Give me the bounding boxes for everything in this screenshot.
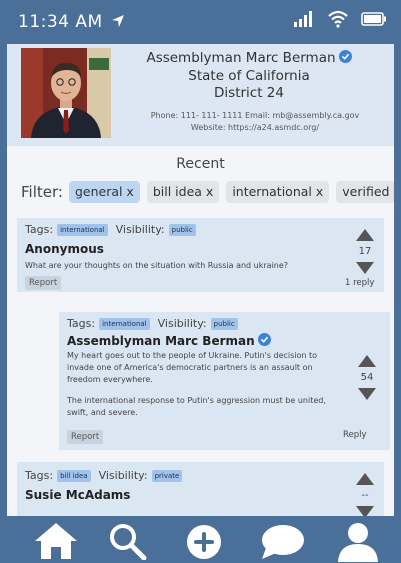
representative-district: District 24 [214,85,284,101]
verified-icon [257,333,271,346]
visibility-chip: public [168,223,196,236]
post-author-text: Assemblyman Marc Berman [67,334,255,348]
verified-icon [338,50,352,63]
reply-card[interactable]: Tags: international Visibility: public A… [59,312,390,450]
report-button[interactable]: Report [67,430,104,444]
tags-label: Tags: [67,317,96,330]
post-body-paragraph-1: My heart goes out to the people of Ukrai… [67,351,318,384]
representative-profile: Assemblyman Marc Berman State of Califor… [7,44,394,146]
bottom-nav [0,516,401,563]
vote-count: -- [361,490,369,501]
tag-chip[interactable]: international [57,223,108,236]
status-time: 11:34 AM [18,12,125,32]
website-line[interactable]: Website: https://a24.asmdc.org/ [119,122,391,134]
vote-count: 17 [358,246,372,257]
upvote-icon[interactable] [358,355,376,367]
downvote-icon[interactable] [356,506,374,516]
phone-email-line[interactable]: Phone: 111- 111- 1111 Email: mb@assembly… [119,110,391,122]
visibility-label: Visibility: [115,223,165,236]
upvote-icon[interactable] [356,229,374,241]
post-card[interactable]: Tags: international Visibility: public A… [17,218,384,292]
post-author[interactable]: Anonymous [25,242,104,256]
upvote-icon[interactable] [356,473,374,485]
signal-icon [294,11,312,27]
downvote-icon[interactable] [356,262,374,274]
status-bar: 11:34 AM [0,0,401,44]
filter-chip-bill-idea[interactable]: bill idea x [146,181,220,203]
vote-control: -- [353,470,377,516]
representative-state: State of California [188,68,310,84]
representative-name: Assemblyman Marc Berman [123,50,375,66]
vote-control: 54 [355,352,379,404]
vote-control: 17 [353,226,377,278]
tags-label: Tags: [25,223,54,236]
profile-icon[interactable] [336,522,380,563]
representative-photo [21,48,111,138]
post-card[interactable]: Tags: bill idea Visibility: private Susi… [17,462,384,516]
visibility-label: Visibility: [98,469,148,482]
post-author[interactable]: Assemblyman Marc Berman [67,333,271,348]
home-icon[interactable] [34,522,78,563]
tags-label: Tags: [25,469,54,482]
app-screen: Assemblyman Marc Berman State of Califor… [7,44,394,516]
filter-chip-general[interactable]: general x [68,181,140,203]
status-time-text: 11:34 AM [18,12,103,32]
post-meta: Tags: international Visibility: public [67,317,238,330]
tag-chip[interactable]: international [99,317,150,330]
downvote-icon[interactable] [358,388,376,400]
contact-info: Phone: 111- 111- 1111 Email: mb@assembly… [119,110,391,134]
status-icons [293,10,387,28]
visibility-chip: private [151,469,183,482]
post-meta: Tags: bill idea Visibility: private [25,469,183,482]
search-icon[interactable] [106,522,150,563]
visibility-chip: public [210,317,238,330]
filter-bar: Filter: general x bill idea x internatio… [21,180,394,204]
filter-chip-verified[interactable]: verified x [336,181,394,203]
post-body-paragraph-2: The international response to Putin's ag… [67,396,326,417]
report-button[interactable]: Report [25,276,62,290]
representative-name-text: Assemblyman Marc Berman [146,50,336,66]
filter-label: Filter: [21,183,63,201]
chat-icon[interactable] [258,522,306,563]
post-author[interactable]: Susie McAdams [25,488,130,502]
battery-icon [361,12,386,26]
add-icon[interactable] [184,522,224,563]
wifi-icon [328,10,348,28]
location-arrow-icon [111,15,124,27]
tag-chip[interactable]: bill idea [57,469,91,482]
reply-count[interactable]: 1 reply [345,278,374,288]
visibility-label: Visibility: [157,317,207,330]
feed-title: Recent [176,156,225,172]
reply-button[interactable]: Reply [343,430,367,440]
post-meta: Tags: international Visibility: public [25,223,196,236]
post-body: What are your thoughts on the situation … [25,261,289,270]
filter-chip-international[interactable]: international x [226,181,330,203]
vote-count: 54 [360,372,374,383]
